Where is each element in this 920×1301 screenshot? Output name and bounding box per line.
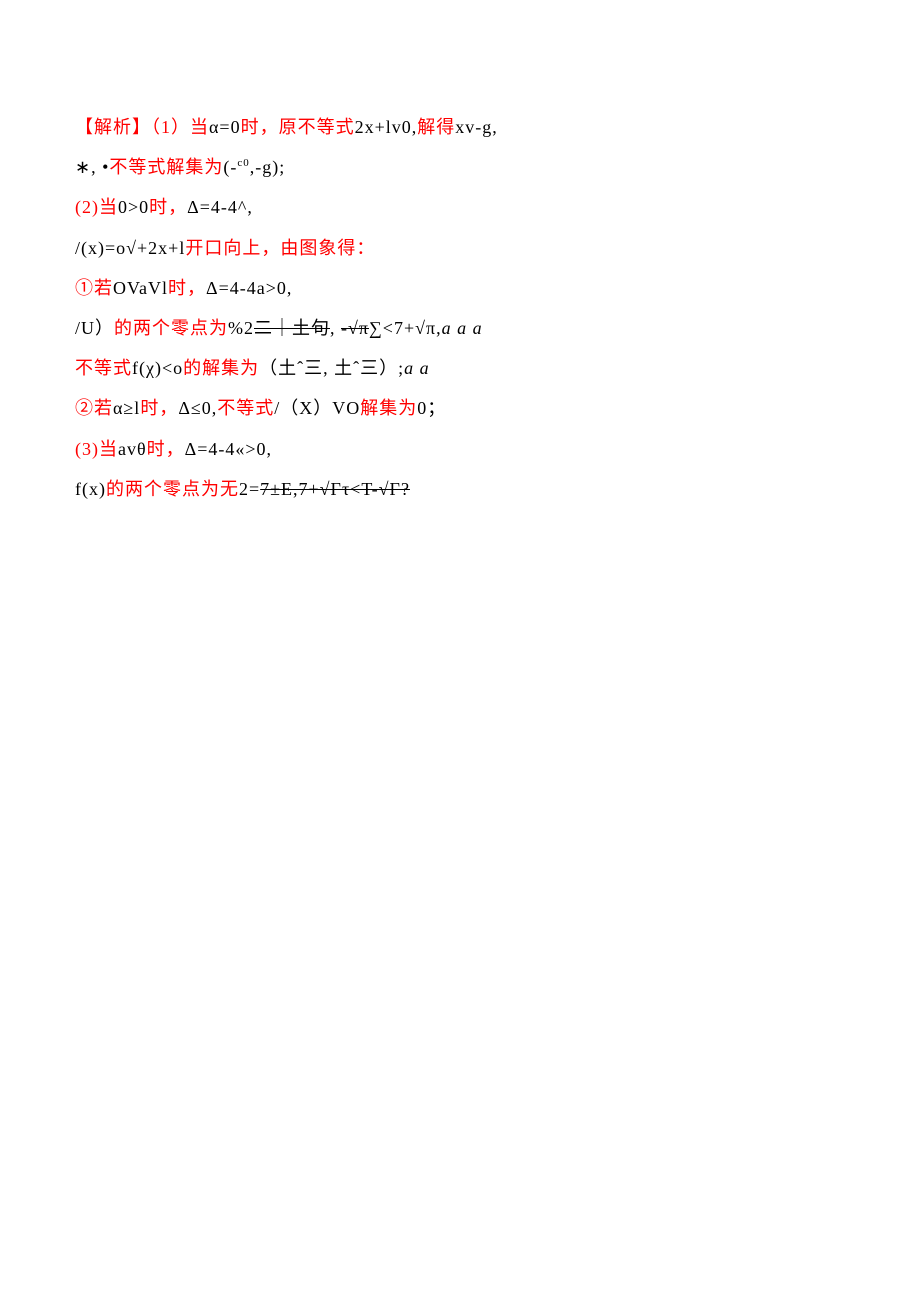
text-segment: /(x)=o√+2x+l: [75, 238, 185, 258]
text-segment: 的两个零点为: [114, 318, 228, 338]
text-segment: 二｜土句: [254, 318, 330, 338]
text-segment: (-: [223, 157, 237, 177]
text-segment: c0: [237, 157, 249, 169]
text-segment: ∗, •: [75, 157, 109, 177]
text-segment: 不等式: [75, 358, 132, 378]
text-line-9: f(x)的两个零点为无2=7±E,7+√Гτ<T-√Г?: [75, 472, 845, 506]
text-segment: -√π: [341, 318, 369, 338]
text-line-7: ②若α≥l时，Δ≤0,不等式/（X）VO解集为0；: [75, 391, 845, 425]
text-segment: 7±E,7+√Гτ<T-√Г?: [260, 479, 410, 499]
text-segment: Δ=4-4a>0,: [206, 278, 292, 298]
text-segment: 2x+lv0,: [355, 117, 418, 137]
text-segment: a a: [404, 358, 430, 378]
text-segment: α≥l: [113, 398, 140, 418]
text-segment: ,-g);: [250, 157, 286, 177]
text-segment: f(x): [75, 479, 106, 499]
text-segment: 时，: [168, 278, 206, 298]
text-segment: /（X）VO: [274, 398, 360, 418]
text-segment: ∑<7+√π,: [369, 318, 442, 338]
text-segment: 0>0: [118, 197, 149, 217]
text-segment: 时，: [149, 197, 187, 217]
text-segment: avθ: [118, 439, 147, 459]
text-segment: Δ≤0,: [178, 398, 217, 418]
text-line-3: /(x)=o√+2x+l开口向上，由图象得：: [75, 231, 845, 265]
text-line-5: /U）的两个零点为%2二｜土句, -√π∑<7+√π,a a a: [75, 311, 845, 345]
text-segment: 0；: [417, 398, 446, 418]
text-segment: α=0: [209, 117, 241, 137]
text-segment: 时，原不等式: [241, 117, 355, 137]
text-segment: 2=: [239, 479, 260, 499]
text-segment: OVaVl: [113, 278, 168, 298]
text-segment: (2): [75, 197, 99, 217]
text-segment: 时，: [140, 398, 178, 418]
text-segment: 【解析】（1）: [75, 117, 190, 137]
text-segment: Δ=4-4^,: [187, 197, 253, 217]
text-segment: Δ=4-4«>0,: [185, 439, 272, 459]
text-segment: 的两个零点为无: [106, 479, 239, 499]
text-segment: ②若: [75, 398, 113, 418]
text-segment: (3): [75, 439, 99, 459]
text-segment: 开口向上，由图象得：: [185, 238, 375, 258]
text-segment: ,: [330, 318, 341, 338]
text-segment: 当: [190, 117, 209, 137]
text-segment: xv-g,: [455, 117, 498, 137]
text-line-0: 【解析】（1）当α=0时，原不等式2x+lv0,解得xv-g,: [75, 110, 845, 144]
text-segment: 不等式解集为: [109, 157, 223, 177]
text-segment: f(χ)<o: [132, 358, 183, 378]
text-segment: /U）: [75, 318, 114, 338]
text-segment: 当: [99, 439, 118, 459]
text-line-1: ∗, •不等式解集为(-c0,-g);: [75, 150, 845, 184]
text-line-4: ①若OVaVl时，Δ=4-4a>0,: [75, 271, 845, 305]
text-segment: %2: [228, 318, 254, 338]
text-segment: 当: [99, 197, 118, 217]
text-line-6: 不等式f(χ)<o的解集为（土ˆ三, 土ˆ三）;a a: [75, 351, 845, 385]
text-segment: 的解集为: [183, 358, 259, 378]
text-segment: ①若: [75, 278, 113, 298]
text-segment: 解集为: [360, 398, 417, 418]
text-segment: a a a: [442, 318, 483, 338]
document-content: 【解析】（1）当α=0时，原不等式2x+lv0,解得xv-g,∗, •不等式解集…: [75, 110, 845, 506]
text-segment: 不等式: [217, 398, 274, 418]
text-segment: 解得: [417, 117, 455, 137]
text-segment: 时，: [147, 439, 185, 459]
text-line-2: (2)当0>0时，Δ=4-4^,: [75, 190, 845, 224]
text-line-8: (3)当avθ时，Δ=4-4«>0,: [75, 432, 845, 466]
text-segment: （土ˆ三, 土ˆ三）;: [259, 358, 404, 378]
